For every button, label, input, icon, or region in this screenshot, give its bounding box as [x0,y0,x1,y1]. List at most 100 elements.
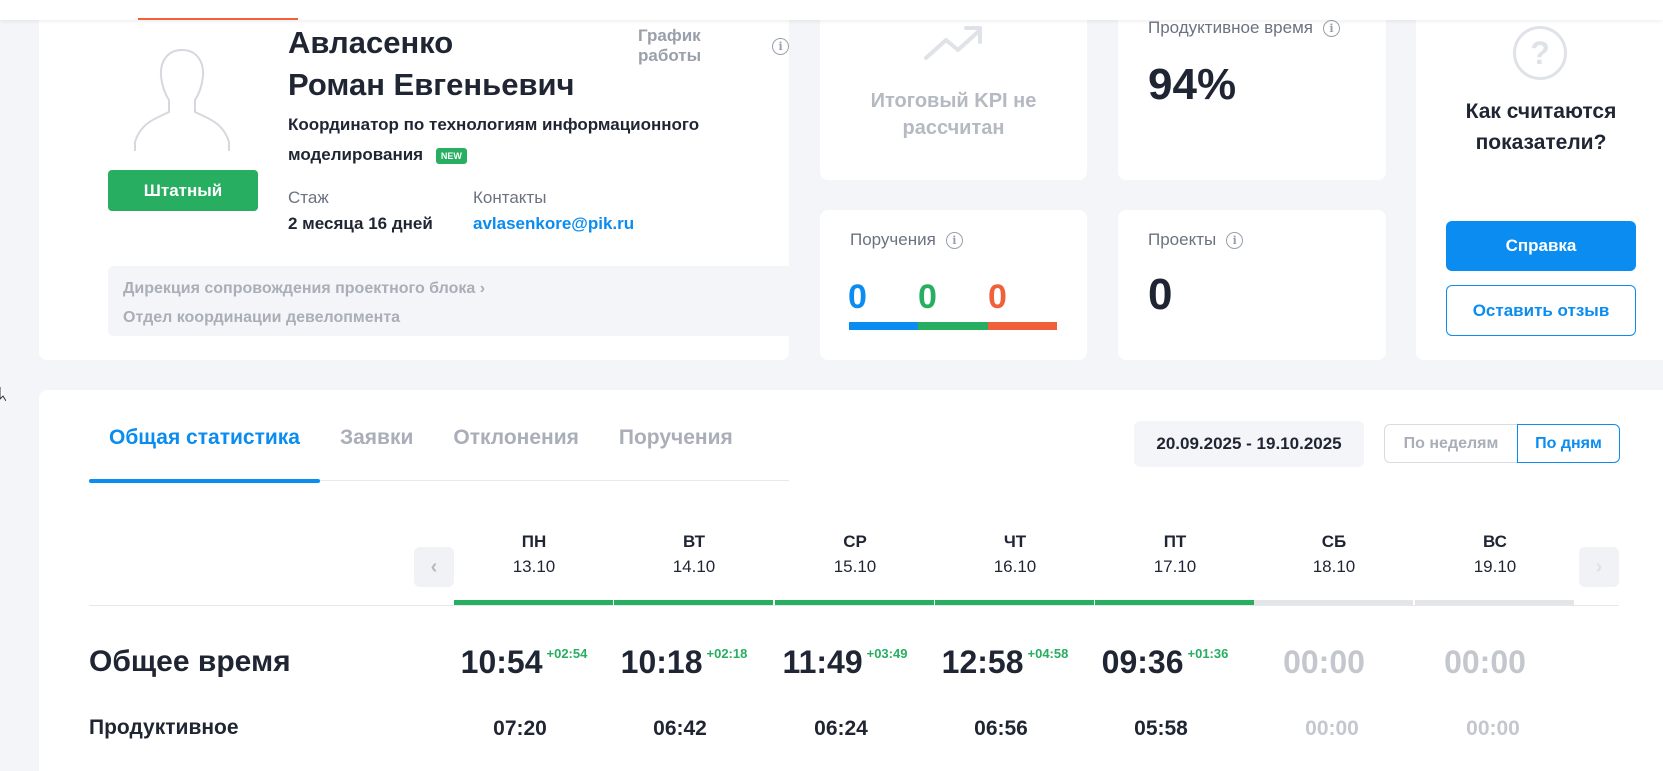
tenure-label: Стаж [288,188,329,207]
work-schedule-link[interactable]: График работы i [638,26,789,66]
division-name: Отдел координации девелопмента [123,309,401,326]
info-icon[interactable]: i [1322,19,1340,37]
day-date: 19.10 [1473,557,1517,576]
chevron-right-icon: › [479,280,486,297]
info-icon[interactable]: i [945,231,963,249]
orders-count-orange: 0 [988,278,1007,316]
active-nav-indicator [138,18,298,20]
orders-card: Поручения i 0 0 0 [820,210,1087,360]
total-time-value: 09:36 [1101,644,1184,680]
feedback-button[interactable]: Оставить отзыв [1446,285,1636,336]
day-header: ВС 19.10 [1415,530,1575,579]
overtime-delta: +01:36 [1187,646,1229,661]
projects-card: Проекты i 0 [1118,210,1386,360]
top-navigation-bar [0,0,1663,20]
projects-value: 0 [1148,270,1173,319]
day-date: 15.10 [833,557,877,576]
total-time-cell: 10:18 +02:18 [604,644,764,681]
new-badge: NEW [435,147,467,164]
total-time-cell: 00:00 [1244,644,1404,681]
day-name: СР [843,532,867,551]
work-schedule-label: График работы [638,26,702,65]
kpi-card: Итоговый KPI не рассчитан [820,0,1087,180]
info-icon[interactable]: i [772,37,789,55]
chevron-right-icon[interactable]: › [1579,547,1619,587]
productive-time-cell: 00:00 [1305,717,1359,740]
profile-card: Штатный Авласенко Роман Евгеньевич Графи… [39,0,798,360]
tab-orders[interactable]: Поручения [599,390,753,481]
day-header: ПТ 17.10 [1095,530,1255,579]
orders-bar-orange [987,322,1057,330]
info-icon[interactable]: i [1226,231,1244,249]
orders-progress-bar [849,322,1057,330]
total-time-value: 10:18 [620,644,703,680]
department-link[interactable]: Дирекция сопровождения проектного блока … [123,274,783,303]
total-time-cell: 00:00 [1405,644,1565,681]
day-header: СБ 18.10 [1254,530,1414,579]
projects-label: Проекты i [1148,230,1244,250]
day-name: ВС [1483,532,1507,551]
productive-time-value: 94% [1148,60,1237,109]
day-name: СБ [1321,532,1347,551]
row-label-total-time: Общее время [89,645,291,678]
productive-time-cell: 06:42 [653,717,707,740]
orders-counts: 0 0 0 [848,278,1058,317]
help-button[interactable]: Справка [1446,221,1636,271]
total-time-value: 11:49 [782,644,863,680]
statistics-section: Общая статистика Заявки Отклонения Поруч… [39,390,1663,771]
kpi-status-text: Итоговый KPI не рассчитан [870,90,1037,139]
employee-first-name: Роман Евгеньевич [288,67,575,102]
day-date: 14.10 [672,557,716,576]
total-time-value: 12:58 [941,644,1024,680]
view-by-days-button[interactable]: По дням [1517,424,1620,463]
day-name: ПТ [1163,532,1187,551]
overtime-delta: +04:58 [1027,646,1069,661]
day-date: 17.10 [1153,557,1197,576]
chevron-left-icon[interactable]: ‹ [414,547,454,587]
day-name: ЧТ [1003,532,1027,551]
email-link[interactable]: avlasenkore@pik.ru [473,214,634,234]
tab-requests[interactable]: Заявки [320,390,433,481]
productive-time-card: Продуктивное время i 94% [1118,0,1386,180]
orders-count-blue: 0 [848,278,867,316]
total-time-value: 10:54 [460,644,543,680]
orders-bar-green [918,322,988,330]
day-date: 16.10 [993,557,1037,576]
total-time-value: 00:00 [1283,644,1365,680]
total-time-value: 00:00 [1444,644,1526,680]
day-date: 13.10 [512,557,556,576]
day-name: ВТ [682,532,705,551]
orders-label: Поручения i [850,230,963,250]
mouse-cursor-icon [0,387,6,401]
productive-time-label: Продуктивное время i [1148,18,1340,38]
job-position-text: Координатор по технологиям информационно… [288,115,700,164]
total-time-cell: 10:54 +02:54 [444,644,604,681]
tab-deviations[interactable]: Отклонения [433,390,599,481]
help-card: ? Как считаются показатели? Справка Оста… [1416,0,1663,360]
total-time-cell: 11:49 +03:49 [765,644,925,681]
day-date: 18.10 [1312,557,1356,576]
job-position: Координатор по технологиям информационно… [288,110,738,170]
day-header: ВТ 14.10 [614,530,774,579]
trend-up-icon [924,26,982,60]
view-by-weeks-button[interactable]: По неделям [1384,424,1517,463]
orders-bar-blue [849,322,919,330]
overtime-delta: +02:18 [706,646,748,661]
row-label-productive: Продуктивное [89,716,239,739]
contacts-label: Контакты [473,188,547,207]
tab-general-statistics[interactable]: Общая статистика [89,390,320,483]
date-range-picker[interactable]: 20.09.2025 - 19.10.2025 [1134,421,1364,467]
total-time-cell: 12:58 +04:58 [925,644,1085,681]
day-header: СР 15.10 [775,530,935,579]
productive-time-cell: 07:20 [493,717,547,740]
overtime-delta: +03:49 [866,646,908,661]
productive-time-cell: 05:58 [1134,717,1188,740]
employee-name: Авласенко Роман Евгеньевич [288,22,575,106]
productive-time-cell: 06:24 [814,717,868,740]
total-time-cell: 09:36 +01:36 [1085,644,1245,681]
orders-count-green: 0 [918,278,937,316]
day-name: ПН [521,532,547,551]
avatar-placeholder-icon [134,49,230,151]
view-mode-toggle: По неделям По дням [1384,424,1620,463]
question-icon: ? [1513,26,1567,80]
